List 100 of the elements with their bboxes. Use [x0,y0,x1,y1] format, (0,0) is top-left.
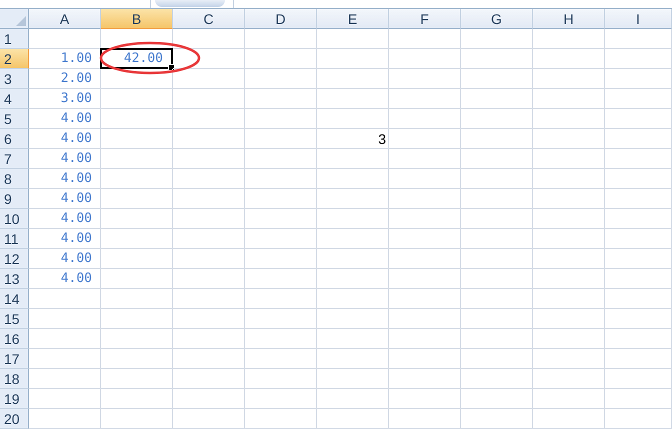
table-cell[interactable] [173,49,245,69]
table-cell[interactable] [245,149,317,169]
table-cell[interactable] [101,229,173,249]
table-cell[interactable] [605,409,672,429]
table-cell[interactable] [173,369,245,389]
table-cell[interactable] [605,269,672,289]
table-cell[interactable] [245,309,317,329]
row-header[interactable]: 15 [0,309,29,329]
table-cell[interactable] [245,349,317,369]
table-cell[interactable] [29,329,101,349]
table-cell[interactable] [317,309,389,329]
table-cell[interactable] [533,409,605,429]
table-cell[interactable] [389,149,461,169]
column-header[interactable]: A [29,9,101,29]
table-cell[interactable] [605,189,672,209]
table-cell[interactable] [605,49,672,69]
table-cell[interactable] [173,189,245,209]
table-cell[interactable] [389,309,461,329]
table-cell[interactable] [317,409,389,429]
table-cell[interactable] [605,289,672,309]
row-header[interactable]: 7 [0,149,29,169]
table-cell[interactable]: 4.00 [29,249,101,269]
table-cell[interactable] [173,29,245,49]
table-cell[interactable] [389,409,461,429]
table-cell[interactable] [317,89,389,109]
table-cell[interactable] [605,69,672,89]
table-cell[interactable] [605,249,672,269]
table-cell[interactable] [461,309,533,329]
table-cell[interactable] [101,209,173,229]
table-cell[interactable] [245,229,317,249]
table-cell[interactable] [101,369,173,389]
table-cell[interactable] [389,329,461,349]
table-cell[interactable]: 4.00 [29,229,101,249]
table-cell[interactable] [461,249,533,269]
table-cell[interactable] [533,129,605,149]
table-cell[interactable] [461,229,533,249]
table-cell[interactable] [461,69,533,89]
table-cell[interactable] [605,109,672,129]
table-cell[interactable] [533,329,605,349]
table-cell[interactable] [245,409,317,429]
row-header[interactable]: 19 [0,389,29,409]
row-header[interactable]: 11 [0,229,29,249]
table-cell[interactable] [173,89,245,109]
table-cell[interactable] [173,269,245,289]
table-cell[interactable] [173,69,245,89]
table-cell[interactable] [245,109,317,129]
row-header[interactable]: 2 [0,49,29,69]
column-header[interactable]: C [173,9,245,29]
table-cell[interactable] [101,249,173,269]
table-cell[interactable] [605,129,672,149]
table-cell[interactable] [173,209,245,229]
table-cell[interactable] [317,109,389,129]
table-cell[interactable] [317,269,389,289]
table-cell[interactable] [245,89,317,109]
table-cell[interactable] [605,349,672,369]
column-header[interactable]: I [605,9,672,29]
row-header[interactable]: 13 [0,269,29,289]
table-cell[interactable] [533,229,605,249]
table-cell[interactable]: 1.00 [29,49,101,69]
table-cell[interactable] [101,69,173,89]
table-cell[interactable] [389,289,461,309]
table-cell[interactable] [101,289,173,309]
table-cell[interactable]: 3 [317,129,389,149]
table-cell[interactable] [173,329,245,349]
table-cell[interactable] [101,389,173,409]
table-cell[interactable] [317,49,389,69]
table-cell[interactable] [101,109,173,129]
table-cell[interactable] [245,209,317,229]
table-cell[interactable] [317,29,389,49]
table-cell[interactable] [101,169,173,189]
table-cell[interactable] [173,229,245,249]
table-cell[interactable] [533,269,605,289]
table-cell[interactable] [389,69,461,89]
table-cell[interactable] [389,209,461,229]
row-header[interactable]: 8 [0,169,29,189]
table-cell[interactable] [461,189,533,209]
table-cell[interactable] [389,189,461,209]
row-header[interactable]: 14 [0,289,29,309]
table-cell[interactable] [245,169,317,189]
table-cell[interactable] [533,289,605,309]
row-header[interactable]: 10 [0,209,29,229]
row-header[interactable]: 3 [0,69,29,89]
table-cell[interactable] [389,369,461,389]
table-cell[interactable] [245,269,317,289]
row-header[interactable]: 4 [0,89,29,109]
table-cell[interactable]: 4.00 [29,129,101,149]
table-cell[interactable] [173,129,245,149]
table-cell[interactable] [317,249,389,269]
table-cell[interactable] [461,169,533,189]
table-cell[interactable] [533,149,605,169]
table-cell[interactable] [245,289,317,309]
table-cell[interactable] [317,149,389,169]
table-cell[interactable] [245,129,317,149]
table-cell[interactable] [461,269,533,289]
table-cell[interactable] [29,289,101,309]
table-cell[interactable] [605,229,672,249]
table-cell[interactable] [461,349,533,369]
row-header[interactable]: 17 [0,349,29,369]
table-cell[interactable] [461,109,533,129]
table-cell[interactable] [173,389,245,409]
